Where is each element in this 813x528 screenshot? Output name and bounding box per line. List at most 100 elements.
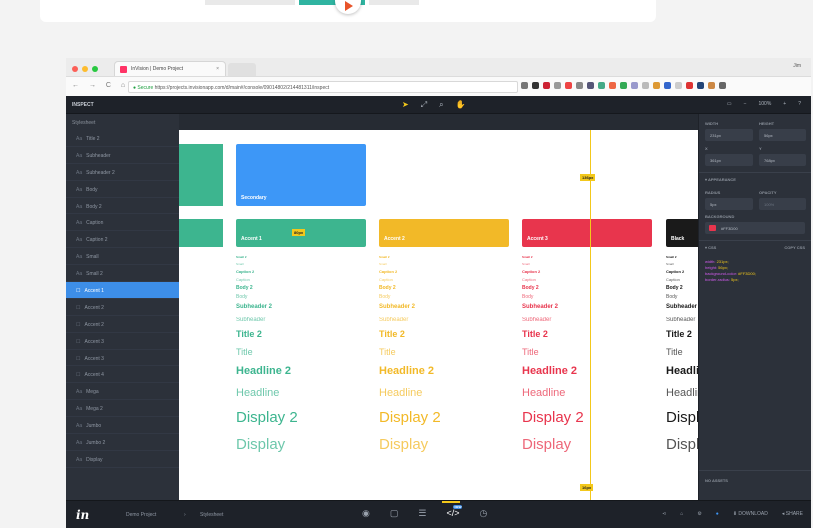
browser-user[interactable]: Jim	[793, 63, 801, 69]
type-sample[interactable]: Headline	[666, 366, 698, 377]
type-sample[interactable]: Body 2	[236, 286, 298, 291]
comment-mode-icon[interactable]: ▢	[390, 508, 399, 519]
type-sample[interactable]: Title 2	[236, 330, 298, 339]
type-sample[interactable]: Body	[236, 295, 298, 300]
type-sample[interactable]: Caption 2	[379, 270, 441, 274]
type-sample[interactable]: Display	[666, 410, 698, 425]
type-sample[interactable]: Subheader	[379, 317, 441, 323]
share-link-icon[interactable]: ⋖	[662, 511, 666, 517]
nav-buttons[interactable]: ← → C ⌂	[72, 82, 129, 89]
type-sample[interactable]: Caption	[236, 278, 298, 282]
css-label[interactable]: ▾ CSS	[705, 245, 716, 250]
tab-close-icon[interactable]: ×	[216, 66, 219, 72]
menu-icon[interactable]	[719, 82, 726, 89]
sidebar-item[interactable]: Aa Title 2	[66, 130, 179, 147]
type-sample[interactable]: Display 2	[236, 410, 298, 425]
copy-css-button[interactable]: COPY CSS	[784, 245, 805, 250]
star-icon[interactable]	[521, 82, 528, 89]
type-sample[interactable]: Title	[236, 348, 298, 357]
preview-mode-icon[interactable]: ◉	[362, 508, 370, 519]
type-sample[interactable]: Subheader	[666, 317, 698, 323]
extension-icon[interactable]	[686, 82, 693, 89]
hand-icon[interactable]: ✋	[456, 100, 466, 110]
extension-icon[interactable]	[565, 82, 572, 89]
type-sample[interactable]: Small 2	[666, 256, 698, 259]
secondary-swatch[interactable]: Secondary	[236, 144, 366, 206]
type-sample[interactable]: Display	[522, 437, 584, 452]
type-sample[interactable]: Title	[379, 348, 441, 357]
type-sample[interactable]: Body 2	[666, 286, 698, 291]
type-sample[interactable]: Headline 2	[522, 366, 584, 377]
sidebar-item[interactable]: Aa Body 2	[66, 198, 179, 215]
sidebar-item[interactable]: Aa Mega	[66, 383, 179, 401]
share-button[interactable]: ◂ SHARE	[782, 511, 803, 517]
type-sample[interactable]: Small 2	[522, 256, 584, 259]
y-field[interactable]: 768px	[759, 154, 806, 166]
sidebar-item[interactable]: Aa Jumbo	[66, 417, 179, 435]
type-sample[interactable]: Headline 2	[236, 366, 298, 377]
accent-swatch-partial[interactable]	[179, 219, 223, 247]
type-sample[interactable]: Headline	[236, 388, 298, 399]
new-tab-button[interactable]	[228, 63, 256, 76]
sidebar-item[interactable]: ☐ Accent 1	[66, 282, 179, 299]
type-sample[interactable]: Caption	[522, 278, 584, 282]
browser-tab[interactable]: InVision | Demo Project ×	[114, 61, 226, 76]
type-sample[interactable]: Title	[522, 348, 584, 357]
extension-icon[interactable]	[609, 82, 616, 89]
search-icon[interactable]: ⌕	[439, 100, 443, 110]
x-field[interactable]: 361px	[705, 154, 753, 166]
type-sample[interactable]: Headline	[522, 388, 584, 399]
type-sample[interactable]: Title 2	[379, 330, 441, 339]
type-sample[interactable]: Caption 2	[522, 270, 584, 274]
width-field[interactable]: 231px	[705, 129, 753, 141]
sidebar-item[interactable]: Aa Small 2	[66, 265, 179, 283]
type-sample[interactable]: Body 2	[379, 286, 441, 291]
type-sample[interactable]: Caption	[379, 278, 441, 282]
inspect-mode-icon[interactable]: NEW </>	[442, 501, 463, 519]
extension-icon[interactable]	[631, 82, 638, 89]
help-icon[interactable]: ?	[798, 101, 801, 107]
type-sample[interactable]: Subheader	[666, 304, 698, 310]
type-sample[interactable]: Subheader	[236, 317, 298, 323]
type-sample[interactable]: Small 2	[236, 256, 298, 259]
extension-icon[interactable]	[675, 82, 682, 89]
type-sample[interactable]: Caption	[666, 278, 698, 282]
type-sample[interactable]: Subheader 2	[379, 304, 441, 310]
type-sample[interactable]: Small	[522, 263, 584, 266]
type-sample[interactable]: Title 2	[666, 330, 698, 339]
extension-icon[interactable]	[620, 82, 627, 89]
maximize-window-icon[interactable]	[92, 66, 98, 72]
sidebar-item[interactable]: ☐ Accent 4	[66, 366, 179, 384]
extension-icon[interactable]	[543, 82, 550, 89]
type-sample[interactable]: Caption 2	[236, 270, 298, 274]
type-sample[interactable]: Headline	[379, 388, 441, 399]
type-sample[interactable]: Body	[666, 295, 698, 300]
type-sample[interactable]: Display	[236, 437, 298, 452]
link-icon[interactable]: ⤢	[421, 100, 427, 110]
sidebar-item[interactable]: ☐ Accent 2	[66, 299, 179, 316]
extension-icon[interactable]	[642, 82, 649, 89]
type-sample[interactable]: Small 2	[379, 256, 441, 259]
type-sample[interactable]: Headline	[666, 388, 698, 399]
minimize-window-icon[interactable]	[82, 66, 88, 72]
extension-icon[interactable]	[576, 82, 583, 89]
type-sample[interactable]: Subheader 2	[522, 304, 584, 310]
extension-icon[interactable]	[598, 82, 605, 89]
breadcrumb-project[interactable]: Demo Project	[126, 512, 156, 518]
screen-icon[interactable]: ▭	[727, 101, 732, 107]
sidebar-item[interactable]: Aa Small	[66, 248, 179, 266]
close-window-icon[interactable]	[72, 66, 78, 72]
type-sample[interactable]: Body	[379, 295, 441, 300]
type-sample[interactable]: Display	[379, 437, 441, 452]
sidebar-item[interactable]: ☐ Accent 3	[66, 350, 179, 367]
home-icon[interactable]: ⌂	[680, 511, 683, 517]
type-sample[interactable]: Subheader 2	[236, 304, 298, 310]
type-sample[interactable]: Subheader	[522, 317, 584, 323]
type-sample[interactable]: Body	[522, 295, 584, 300]
type-sample[interactable]: Display 2	[522, 410, 584, 425]
sidebar-item[interactable]: Aa Jumbo 2	[66, 434, 179, 451]
height-field[interactable]: 56px	[759, 129, 806, 141]
history-mode-icon[interactable]: ☰	[418, 508, 426, 519]
opacity-field[interactable]: 100%	[759, 198, 806, 210]
zoom-in-button[interactable]: +	[783, 101, 786, 107]
